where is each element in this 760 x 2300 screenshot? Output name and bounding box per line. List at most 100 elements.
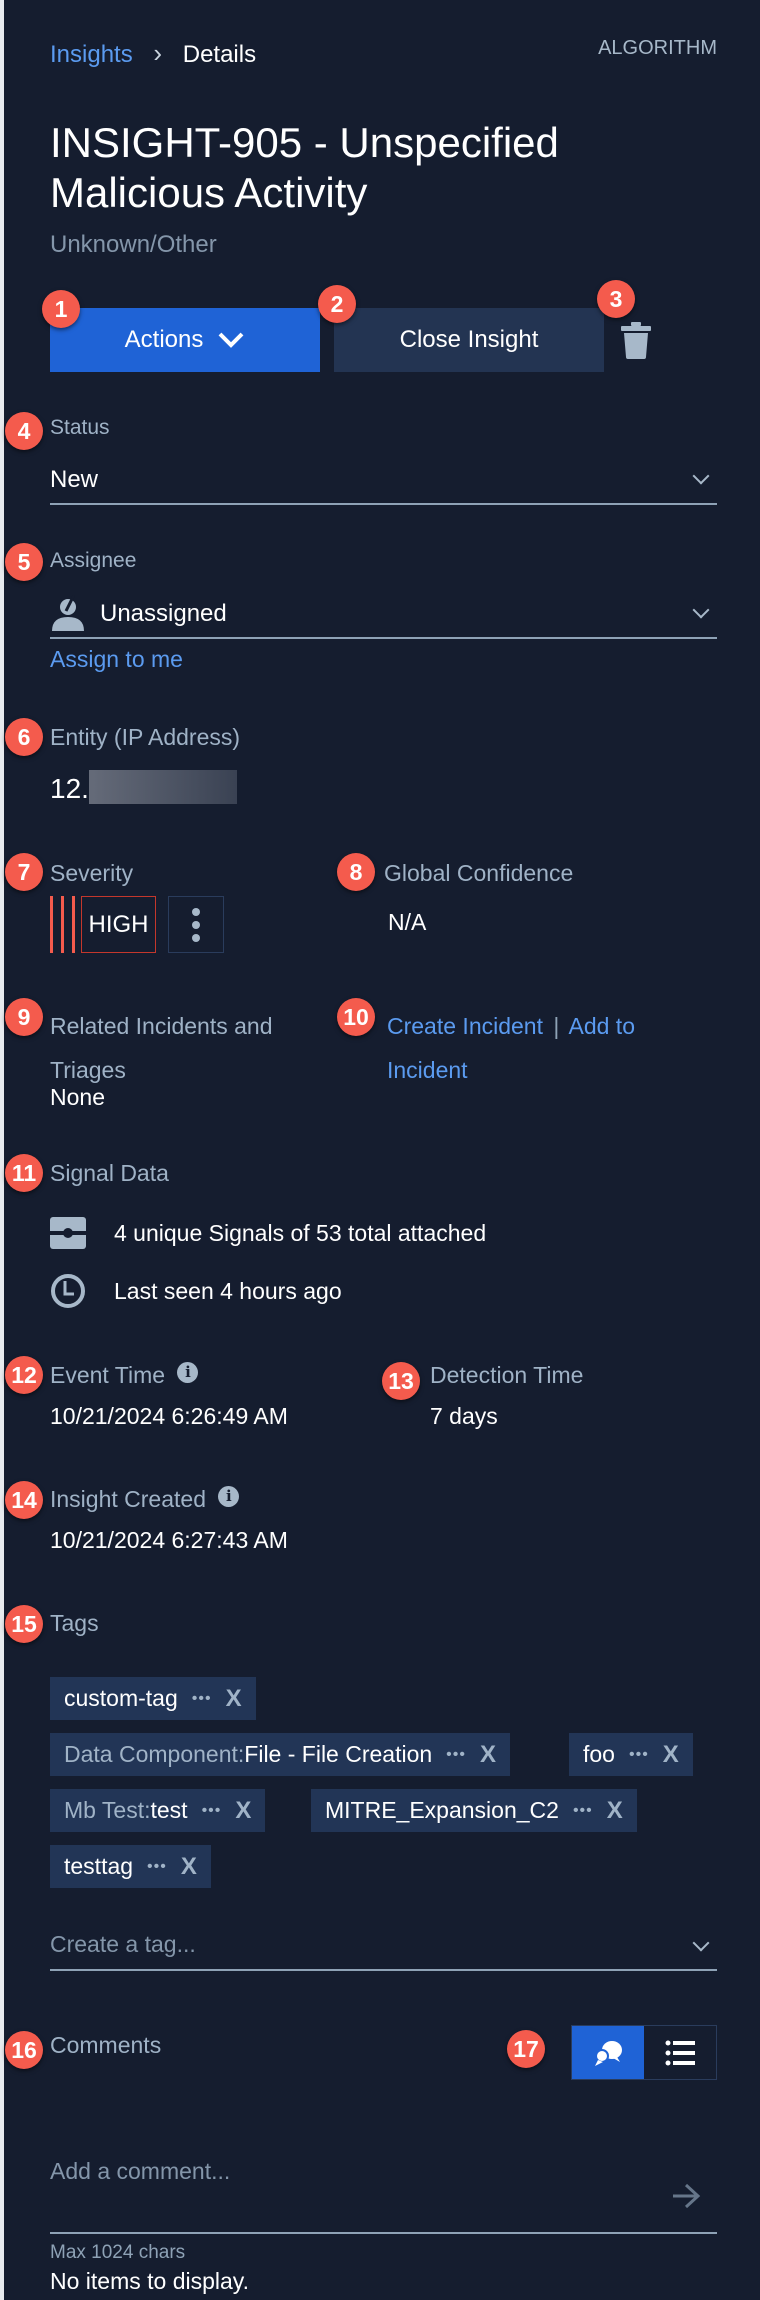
page-title-line2: Malicious Activity xyxy=(50,169,368,216)
status-label: Status xyxy=(50,416,110,439)
tag-key: Mb Test xyxy=(64,1797,145,1823)
tag-chip[interactable]: MITRE_Expansion_C2 ••• X xyxy=(311,1789,637,1832)
kebab-dot-icon xyxy=(192,920,200,929)
severity-value: HIGH xyxy=(81,896,156,953)
tag-more-icon[interactable]: ••• xyxy=(192,1690,212,1708)
add-to-incident-link-cont[interactable]: Incident xyxy=(387,1048,635,1092)
chevron-down-icon xyxy=(692,601,710,619)
chevron-down-icon xyxy=(218,332,244,348)
status-select[interactable]: New xyxy=(50,458,717,502)
annotation-badge: 11 xyxy=(5,1154,43,1192)
annotation-badge: 17 xyxy=(507,2030,545,2068)
entity-value[interactable]: 12. xyxy=(50,770,237,805)
send-arrow-icon[interactable] xyxy=(671,2183,701,2209)
tag-remove-icon[interactable]: X xyxy=(480,1741,496,1769)
tag-remove-icon[interactable]: X xyxy=(181,1853,197,1881)
tag-more-icon[interactable]: ••• xyxy=(147,1858,167,1876)
tag-value: File - File Creation xyxy=(244,1741,433,1767)
comment-input[interactable]: Add a comment... xyxy=(50,2150,717,2232)
event-time-label: Event Time i xyxy=(50,1362,199,1389)
annotation-badge: 15 xyxy=(5,1605,43,1643)
unassigned-user-icon xyxy=(52,595,84,631)
assign-to-me-link[interactable]: Assign to me xyxy=(50,646,183,673)
annotation-badge: 14 xyxy=(5,1481,43,1519)
annotation-badge: 16 xyxy=(5,2031,43,2069)
tag-remove-icon[interactable]: X xyxy=(226,1685,242,1713)
insight-created-label: Insight Created i xyxy=(50,1486,240,1513)
tag-chip[interactable]: foo ••• X xyxy=(569,1733,693,1776)
tag-chip[interactable]: testtag ••• X xyxy=(50,1845,211,1888)
entity-ip-prefix: 12. xyxy=(50,773,89,804)
breadcrumb-chevron-icon: › xyxy=(153,38,163,68)
assignee-value: Unassigned xyxy=(100,600,227,627)
severity-bar xyxy=(61,896,64,953)
tag-value: foo xyxy=(583,1741,615,1767)
annotation-badge: 2 xyxy=(318,285,356,323)
tag-chip[interactable]: custom-tag ••• X xyxy=(50,1677,256,1720)
link-separator: | xyxy=(553,1013,560,1039)
detection-time-label: Detection Time xyxy=(430,1362,584,1388)
tag-remove-icon[interactable]: X xyxy=(607,1797,623,1825)
comments-label: Comments xyxy=(50,2032,162,2058)
comment-underline xyxy=(50,2232,717,2234)
signal-icon xyxy=(50,1217,86,1249)
annotation-badge: 4 xyxy=(5,412,43,450)
activity-list-view-button[interactable] xyxy=(644,2026,716,2079)
tag-chip[interactable]: Data Component: File - File Creation ••• … xyxy=(50,1733,510,1776)
page-title: INSIGHT-905 - Unspecified Malicious Acti… xyxy=(50,118,559,218)
annotation-badge: 12 xyxy=(5,1356,43,1394)
chat-bubbles-icon xyxy=(595,2040,622,2066)
related-incidents-value: None xyxy=(50,1084,105,1110)
close-insight-button[interactable]: Close Insight xyxy=(334,308,604,372)
global-confidence-value: N/A xyxy=(388,909,427,935)
breadcrumb-insights-link[interactable]: Insights xyxy=(50,41,133,68)
annotation-badge: 6 xyxy=(5,718,43,756)
delete-button[interactable] xyxy=(620,320,652,360)
chevron-down-icon[interactable] xyxy=(692,1934,710,1952)
create-tag-input[interactable]: Create a tag... xyxy=(50,1925,717,1969)
redacted-ip-block xyxy=(88,770,237,804)
page-title-line1: INSIGHT-905 - Unspecified xyxy=(50,119,559,166)
tag-remove-icon[interactable]: X xyxy=(663,1741,679,1769)
add-to-incident-link[interactable]: Add to xyxy=(568,1013,635,1039)
close-insight-label: Close Insight xyxy=(399,326,539,353)
annotation-badge: 13 xyxy=(382,1362,420,1400)
severity-chip: HIGH xyxy=(50,896,156,953)
tags-label: Tags xyxy=(50,1610,99,1636)
tag-more-icon[interactable]: ••• xyxy=(629,1746,649,1764)
related-label-line1: Related Incidents and xyxy=(50,1013,273,1039)
assignee-select[interactable]: Unassigned xyxy=(50,590,717,636)
signal-data-label: Signal Data xyxy=(50,1160,169,1186)
actions-button[interactable]: Actions xyxy=(50,308,320,372)
tag-value: MITRE_Expansion_C2 xyxy=(325,1797,559,1823)
annotation-badge: 3 xyxy=(597,280,635,318)
comments-view-button[interactable] xyxy=(572,2026,644,2079)
annotation-badge: 7 xyxy=(5,853,43,891)
tag-value: testtag xyxy=(64,1853,134,1879)
source-label: ALGORITHM xyxy=(598,37,717,59)
clock-icon xyxy=(51,1274,85,1308)
comments-empty-text: No items to display. xyxy=(50,2268,249,2294)
tag-more-icon[interactable]: ••• xyxy=(573,1802,593,1820)
assignee-label: Assignee xyxy=(50,549,137,572)
tag-key: Data Component xyxy=(64,1741,238,1767)
left-edge-strip xyxy=(0,0,4,2300)
tag-value: custom-tag xyxy=(64,1685,178,1711)
severity-menu-button[interactable] xyxy=(168,896,224,953)
info-icon[interactable]: i xyxy=(177,1362,199,1383)
kebab-dot-icon xyxy=(192,933,200,942)
create-incident-link[interactable]: Create Incident xyxy=(387,1013,543,1039)
severity-bar xyxy=(50,896,53,953)
related-incidents-label: Related Incidents and Triages xyxy=(50,1004,273,1092)
comments-view-toggle xyxy=(571,2025,717,2080)
status-value: New xyxy=(50,466,99,493)
tag-more-icon[interactable]: ••• xyxy=(202,1802,222,1820)
last-seen-text: Last seen 4 hours ago xyxy=(114,1277,342,1304)
tag-remove-icon[interactable]: X xyxy=(235,1797,251,1825)
tag-more-icon[interactable]: ••• xyxy=(446,1746,466,1764)
comment-max-hint: Max 1024 chars xyxy=(50,2242,186,2263)
tag-chip[interactable]: Mb Test: test ••• X xyxy=(50,1789,266,1832)
info-icon[interactable]: i xyxy=(218,1486,240,1507)
annotation-badge: 8 xyxy=(337,853,375,891)
page-subtitle: Unknown/Other xyxy=(50,231,217,258)
